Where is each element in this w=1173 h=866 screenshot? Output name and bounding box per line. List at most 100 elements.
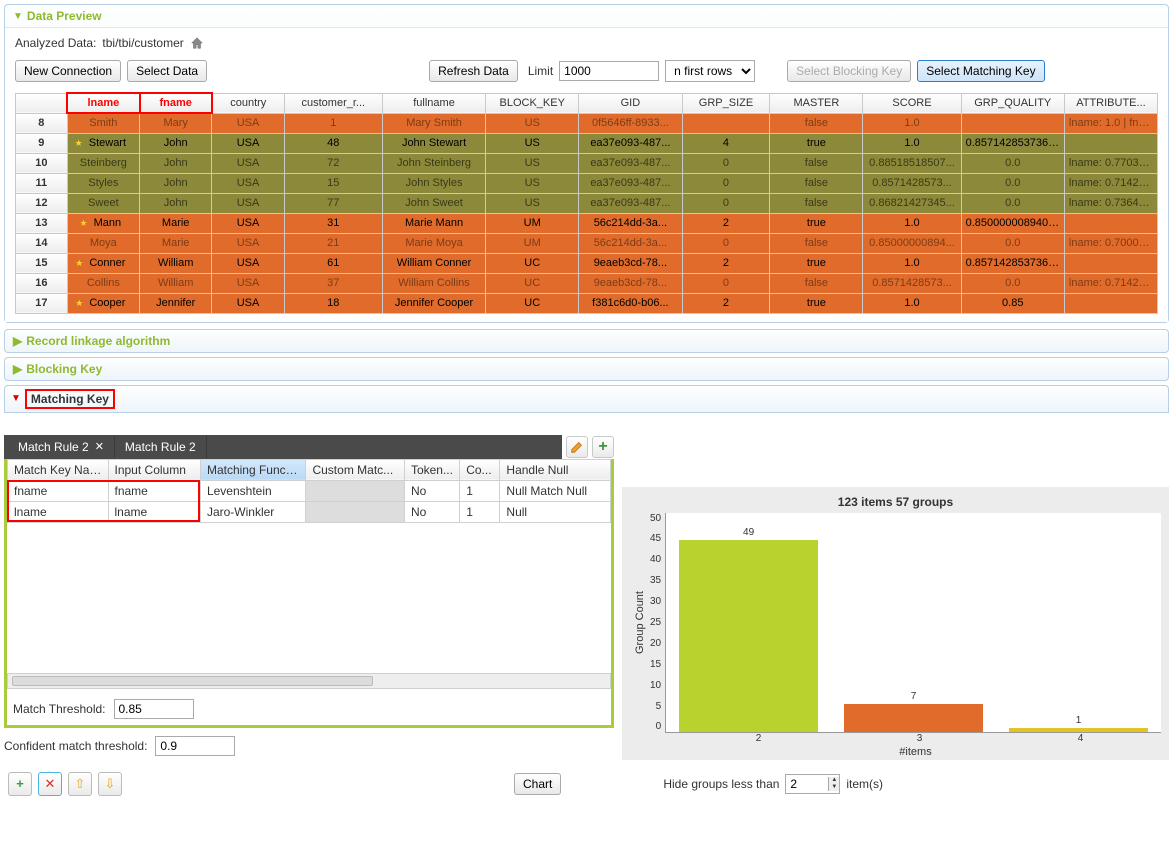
y-tick: 40 xyxy=(650,554,661,565)
blocking-key-header[interactable]: ▶ Blocking Key xyxy=(4,357,1169,381)
cell: 56c214dd-3a... xyxy=(579,213,682,233)
mk-cell: Null Match Null xyxy=(500,480,611,501)
cell: US xyxy=(486,153,579,173)
limit-input[interactable] xyxy=(559,61,659,81)
table-row[interactable]: 12SweetJohnUSA77John SweetUSea37e093-487… xyxy=(16,193,1158,213)
horizontal-scrollbar[interactable] xyxy=(7,673,611,689)
move-down-button[interactable]: ⇩ xyxy=(98,772,122,796)
close-icon[interactable]: ✕ xyxy=(95,440,104,453)
table-row[interactable]: 13★MannMarieUSA31Marie MannUM56c214dd-3a… xyxy=(16,213,1158,233)
match-key-table[interactable]: Match Key NameInput ColumnMatching Funct… xyxy=(7,459,611,523)
table-row[interactable]: 8SmithMaryUSA1Mary SmithUS0f5646ff-8933.… xyxy=(16,113,1158,133)
mk-column-header[interactable]: Token... xyxy=(404,459,459,480)
mk-cell: fname xyxy=(108,480,200,501)
cell: false xyxy=(770,173,863,193)
mk-row[interactable]: fnamefnameLevenshteinNo1Null Match Null xyxy=(8,480,611,501)
mk-cell: 1 xyxy=(460,501,500,522)
table-row[interactable]: 16CollinsWilliamUSA37William CollinsUC9e… xyxy=(16,273,1158,293)
spinner-up-icon[interactable]: ▲ xyxy=(828,777,839,784)
hide-groups-spinner[interactable]: ▲▼ xyxy=(785,774,840,794)
column-header-attribute[interactable]: ATTRIBUTE... xyxy=(1064,93,1157,113)
cell: USA xyxy=(212,133,284,153)
column-header-lname[interactable]: lname xyxy=(67,93,139,113)
table-row[interactable]: 10SteinbergJohnUSA72John SteinbergUSea37… xyxy=(16,153,1158,173)
cell: lname: 0.714285... xyxy=(1064,173,1157,193)
match-key-table-wrap: Match Key NameInput ColumnMatching Funct… xyxy=(4,459,614,728)
edit-rule-button[interactable] xyxy=(566,436,588,458)
cell: USA xyxy=(212,193,284,213)
new-connection-button[interactable]: New Connection xyxy=(15,60,121,82)
cell: 0 xyxy=(682,233,770,253)
move-up-button[interactable]: ⇧ xyxy=(68,772,92,796)
matching-key-header[interactable]: ▼ Matching Key xyxy=(4,385,1169,413)
match-rule-tabs: Match Rule 2 ✕ Match Rule 2 xyxy=(4,435,562,459)
bottom-toolbar: + ✕ ⇧ ⇩ Chart Hide groups less than ▲▼ i… xyxy=(4,768,1169,800)
delete-button[interactable]: ✕ xyxy=(38,772,62,796)
add-rule-button[interactable]: + xyxy=(592,436,614,458)
mk-column-header[interactable]: Co... xyxy=(460,459,500,480)
column-header-grp_size[interactable]: GRP_SIZE xyxy=(682,93,770,113)
collapse-icon: ▶ xyxy=(13,334,22,348)
table-row[interactable]: 15★ConnerWilliamUSA61William ConnerUC9ea… xyxy=(16,253,1158,273)
cell: US xyxy=(486,113,579,133)
mk-column-header[interactable]: Custom Matc... xyxy=(306,459,404,480)
table-row[interactable]: 9★StewartJohnUSA48John StewartUSea37e093… xyxy=(16,133,1158,153)
tab-match-rule-2-b[interactable]: Match Rule 2 xyxy=(115,436,207,458)
data-preview-body: Analyzed Data:tbi/tbi/customer New Conne… xyxy=(5,27,1168,322)
column-header-score[interactable]: SCORE xyxy=(863,93,961,113)
column-header-customer_r[interactable]: customer_r... xyxy=(284,93,382,113)
refresh-data-button[interactable]: Refresh Data xyxy=(429,60,518,82)
mk-column-header[interactable]: Handle Null xyxy=(500,459,611,480)
column-header-master[interactable]: MASTER xyxy=(770,93,863,113)
chart-button[interactable]: Chart xyxy=(514,773,561,795)
mk-column-header[interactable]: Input Column xyxy=(108,459,200,480)
column-header-block_key[interactable]: BLOCK_KEY xyxy=(486,93,579,113)
record-linkage-header[interactable]: ▶ Record linkage algorithm xyxy=(4,329,1169,353)
data-preview-header[interactable]: ▼ Data Preview xyxy=(5,5,1168,27)
cell xyxy=(1064,213,1157,233)
column-header-gid[interactable]: GID xyxy=(579,93,682,113)
y-axis-ticks: 50454035302520151050 xyxy=(650,513,665,733)
column-header-grp_quality[interactable]: GRP_QUALITY xyxy=(961,93,1064,113)
cell: ea37e093-487... xyxy=(579,173,682,193)
cell: USA xyxy=(212,273,284,293)
matching-key-title: Matching Key xyxy=(25,389,115,409)
bar xyxy=(1009,728,1148,732)
rownum-header[interactable] xyxy=(16,93,68,113)
cell: f381c6d0-b06... xyxy=(579,293,682,313)
cell: 9eaeb3cd-78... xyxy=(579,253,682,273)
table-row[interactable]: 14MoyaMarieUSA21Marie MoyaUM56c214dd-3a.… xyxy=(16,233,1158,253)
select-matching-key-button[interactable]: Select Matching Key xyxy=(917,60,1044,82)
group-chart: 123 items 57 groups Group Count 50454035… xyxy=(622,487,1169,760)
column-header-fullname[interactable]: fullname xyxy=(382,93,485,113)
cell: 0.88518518507... xyxy=(863,153,961,173)
cell: true xyxy=(770,293,863,313)
cell: Marie xyxy=(140,233,212,253)
mk-row[interactable]: lnamelnameJaro-WinklerNo1Null xyxy=(8,501,611,522)
rows-mode-select[interactable]: n first rows xyxy=(665,60,755,82)
column-header-country[interactable]: country xyxy=(212,93,284,113)
home-icon[interactable] xyxy=(190,36,204,50)
table-row[interactable]: 17★CooperJenniferUSA18Jennifer CooperUCf… xyxy=(16,293,1158,313)
expand-icon: ▼ xyxy=(13,11,23,22)
confident-threshold-input[interactable] xyxy=(155,736,235,756)
hide-groups-input[interactable] xyxy=(786,775,828,793)
master-star-icon: ★ xyxy=(75,138,83,148)
cell: Jennifer Cooper xyxy=(382,293,485,313)
tab-match-rule-2-a[interactable]: Match Rule 2 ✕ xyxy=(8,436,115,458)
cell: Steinberg xyxy=(67,153,139,173)
data-grid[interactable]: lnamefnamecountrycustomer_r...fullnameBL… xyxy=(15,92,1158,314)
mk-column-header[interactable]: Match Key Name xyxy=(8,459,109,480)
select-data-button[interactable]: Select Data xyxy=(127,60,207,82)
cell: Styles xyxy=(67,173,139,193)
add-button[interactable]: + xyxy=(8,772,32,796)
select-blocking-key-button[interactable]: Select Blocking Key xyxy=(787,60,911,82)
spinner-down-icon[interactable]: ▼ xyxy=(828,784,839,791)
y-tick: 10 xyxy=(650,680,661,691)
table-row[interactable]: 11StylesJohnUSA15John StylesUSea37e093-4… xyxy=(16,173,1158,193)
mk-column-header[interactable]: Matching Functi... xyxy=(200,459,306,480)
cell: John xyxy=(140,173,212,193)
cell: US xyxy=(486,193,579,213)
match-threshold-input[interactable] xyxy=(114,699,194,719)
column-header-fname[interactable]: fname xyxy=(140,93,212,113)
